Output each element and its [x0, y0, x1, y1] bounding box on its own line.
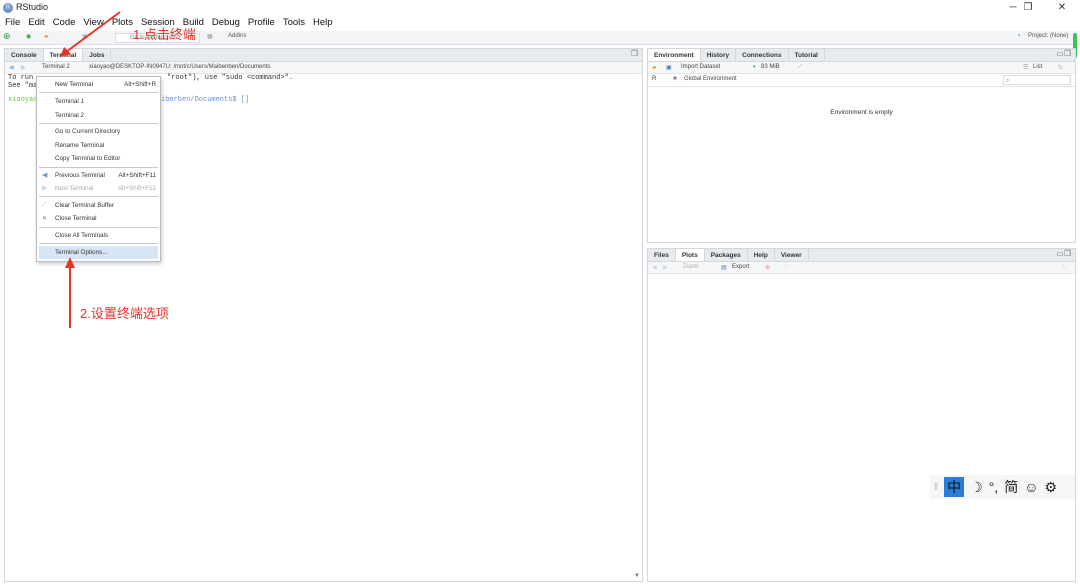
- tab-connections[interactable]: Connections: [736, 49, 789, 61]
- env-tabs: Environment History Connections Tutorial…: [648, 49, 1075, 62]
- gear-icon[interactable]: ⚙: [1045, 479, 1058, 496]
- tab-plots[interactable]: Plots: [675, 249, 705, 261]
- back-arrow-icon[interactable]: ◀: [652, 264, 657, 271]
- view-select[interactable]: List: [1033, 64, 1042, 70]
- save-icon[interactable]: ▣: [666, 64, 672, 71]
- arrow-to-terminal-tab: [65, 11, 121, 53]
- arrowhead: [65, 257, 75, 268]
- import-dataset-button[interactable]: Import Dataset: [681, 64, 720, 70]
- remove-plot-icon[interactable]: ⊗: [765, 264, 770, 271]
- forward-arrow-icon[interactable]: ▶: [663, 264, 668, 271]
- search-icon: ⌕: [1006, 78, 1010, 84]
- plots-pane: Files Plots Packages Help Viewer ▭❐ ◀ ▶ …: [647, 248, 1076, 582]
- drag-handle[interactable]: ‖: [934, 482, 938, 493]
- environment-pane: Environment History Connections Tutorial…: [647, 48, 1076, 243]
- ime-toolbar: ‖ 中 ☽ °, 简 ☺ ⚙: [930, 475, 1075, 499]
- ime-simplified[interactable]: 简: [1004, 477, 1018, 497]
- refresh-icon[interactable]: ↻: [1058, 64, 1063, 71]
- minimize-maximize-icon[interactable]: ▭❐: [1056, 249, 1075, 261]
- export-icon: ▤: [721, 265, 727, 271]
- tab-environment[interactable]: Environment: [648, 49, 701, 61]
- memory-usage[interactable]: 83 MiB: [761, 64, 780, 70]
- scope-select[interactable]: Global Environment: [684, 76, 737, 82]
- memory-icon: ◑: [752, 64, 756, 70]
- env-toolbar: ▰ ▣ Import Dataset ◑ 83 MiB ⟋ ☰ List ↻: [648, 62, 1075, 74]
- env-scope-bar: R ■ Global Environment ⌕: [648, 74, 1075, 87]
- emoji-icon[interactable]: ☺: [1024, 479, 1038, 495]
- broom-icon[interactable]: ⟋: [798, 64, 802, 71]
- moon-icon[interactable]: ☽: [970, 479, 983, 496]
- annotation-step1: 1.点击终端: [133, 27, 196, 42]
- environment-icon: ■: [673, 76, 677, 82]
- tab-viewer[interactable]: Viewer: [775, 249, 809, 261]
- refresh-icon[interactable]: ↻: [1062, 264, 1067, 271]
- plots-toolbar: ◀ ▶ Zoom ▤ Export ⊗ ⟋ ↻: [648, 262, 1075, 274]
- files-tabs: Files Plots Packages Help Viewer ▭❐: [648, 249, 1075, 262]
- list-icon: ☰: [1023, 65, 1029, 71]
- tab-packages[interactable]: Packages: [705, 249, 748, 261]
- tab-history[interactable]: History: [701, 49, 737, 61]
- broom-icon[interactable]: ⟋: [784, 264, 788, 271]
- tab-tutorial[interactable]: Tutorial: [789, 49, 825, 61]
- tab-help[interactable]: Help: [748, 249, 775, 261]
- environment-empty-message: Environment is empty: [830, 109, 893, 116]
- zoom-button[interactable]: Zoom: [683, 264, 698, 270]
- tab-files[interactable]: Files: [648, 249, 676, 261]
- open-icon[interactable]: ▰: [652, 64, 657, 71]
- language-select[interactable]: R: [652, 76, 656, 82]
- ime-chinese-mode[interactable]: 中: [944, 477, 965, 497]
- search-input[interactable]: ⌕: [1003, 75, 1071, 85]
- punctuation-icon[interactable]: °,: [989, 479, 999, 495]
- annotation-step2: 2.设置终端选项: [80, 306, 169, 321]
- minimize-maximize-icon[interactable]: ▭❐: [1056, 49, 1075, 61]
- export-button[interactable]: Export: [732, 264, 749, 270]
